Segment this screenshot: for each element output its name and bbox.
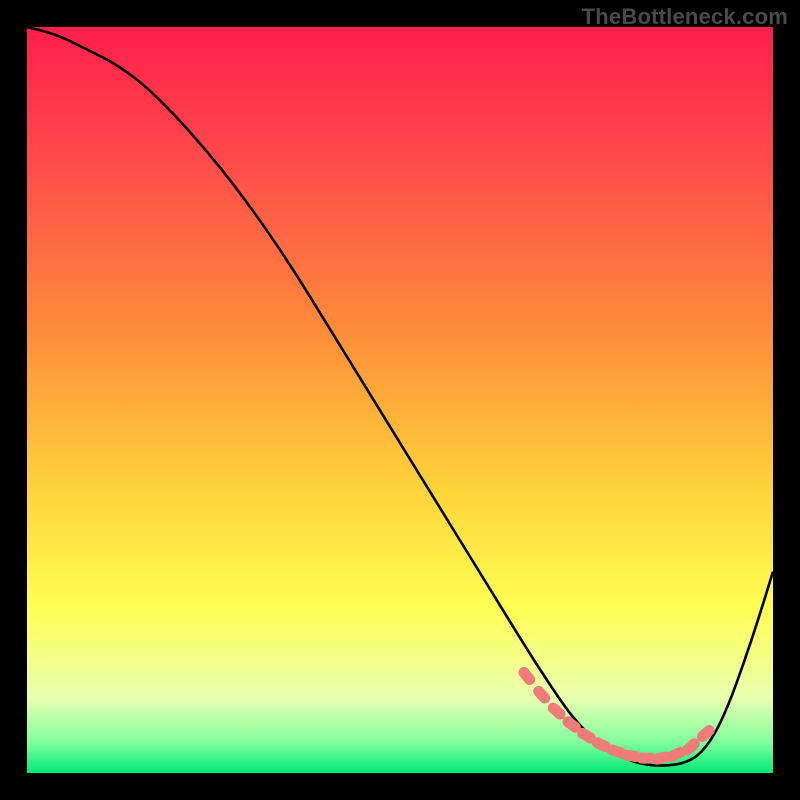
chart-frame (27, 27, 773, 773)
chart-plot (27, 27, 773, 773)
watermark-text: TheBottleneck.com (582, 4, 788, 30)
gradient-background (27, 27, 773, 773)
